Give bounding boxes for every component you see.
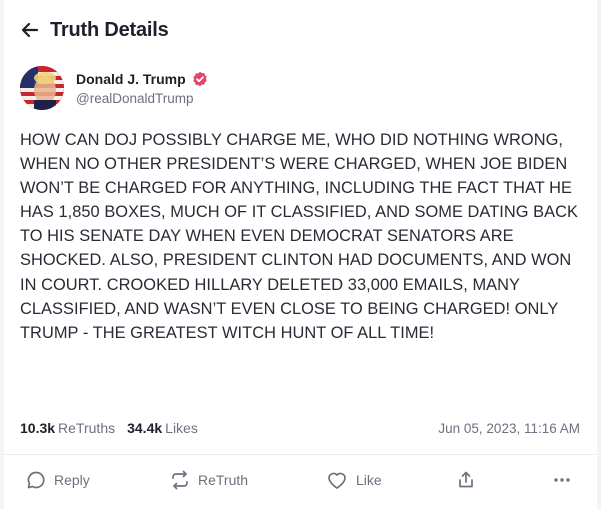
likes-count: 34.4k [127, 420, 163, 436]
arrow-left-icon[interactable] [20, 20, 40, 40]
likes-label: Likes [165, 420, 198, 436]
truth-details-card: Truth Details Donald J. Trump @realDonal… [4, 0, 597, 509]
likes-stat[interactable]: 34.4k Likes [127, 420, 198, 436]
page-header: Truth Details [20, 16, 169, 44]
post-text: HOW CAN DOJ POSSIBLY CHARGE ME, WHO DID … [20, 131, 583, 342]
more-horizontal-icon [552, 470, 572, 490]
name-row: Donald J. Trump [76, 71, 208, 87]
share-icon [456, 470, 476, 490]
retruth-label: ReTruth [198, 472, 249, 488]
divider [4, 454, 597, 455]
author-block: Donald J. Trump @realDonaldTrump [20, 66, 208, 110]
page-title: Truth Details [50, 18, 169, 41]
like-label: Like [356, 472, 382, 488]
like-button[interactable]: Like [326, 462, 382, 498]
retruths-count: 10.3k [20, 420, 56, 436]
repost-icon [170, 470, 190, 490]
user-handle[interactable]: @realDonaldTrump [76, 91, 208, 106]
share-button[interactable] [456, 462, 476, 498]
retruths-stat[interactable]: 10.3k ReTruths [20, 420, 115, 436]
avatar[interactable] [20, 66, 64, 110]
retruth-button[interactable]: ReTruth [170, 462, 248, 498]
more-button[interactable] [552, 462, 572, 498]
comment-bubble-icon [26, 470, 46, 490]
reply-button[interactable]: Reply [26, 462, 90, 498]
heart-icon [326, 470, 348, 490]
reply-label: Reply [54, 472, 90, 488]
action-bar: Reply ReTruth Like [4, 462, 597, 498]
retruths-label: ReTruths [58, 420, 116, 436]
author-names: Donald J. Trump @realDonaldTrump [76, 71, 208, 106]
post-stats: 10.3k ReTruths 34.4k Likes Jun 05, 2023, 1… [20, 420, 580, 436]
verified-badge-icon [192, 71, 208, 87]
display-name[interactable]: Donald J. Trump [76, 71, 186, 87]
post-timestamp: Jun 05, 2023, 11:16 AM [438, 420, 580, 436]
